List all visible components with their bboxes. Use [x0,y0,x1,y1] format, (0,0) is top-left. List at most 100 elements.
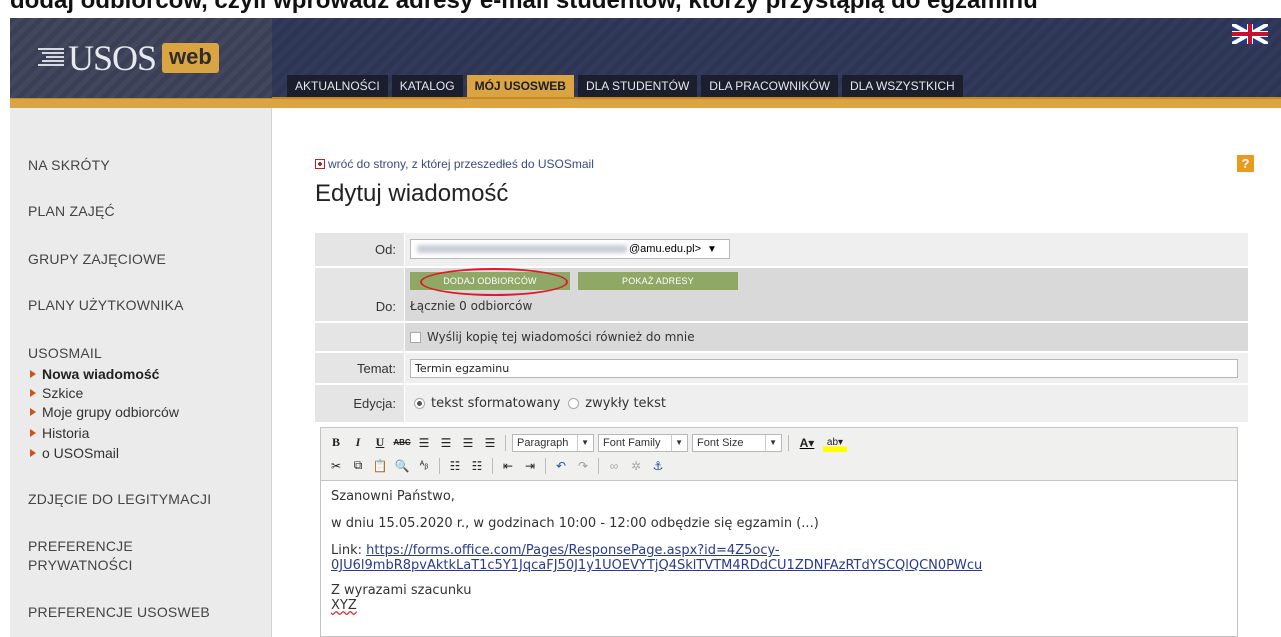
send-copy-checkbox[interactable] [410,331,421,343]
from-cell: @amu.edu.pl> ▼ [406,233,1248,266]
align-center-icon[interactable]: ☰ [437,434,455,452]
rich-text-editor: B I U ABC ☰ ☰ ☰ ☰ Paragraph ▼ Font Family… [320,427,1238,637]
radio-plain-text-label: zwykły tekst [585,396,666,411]
logo-lines-icon [38,45,64,71]
page-title: Edytuj wiadomość [315,180,509,207]
subject-label: Temat: [315,353,405,383]
sidebar-sub-nowa-wiadomosc[interactable]: Nowa wiadomość [30,366,159,382]
header-gold-bar [10,97,1281,108]
editor-toolbar: B I U ABC ☰ ☰ ☰ ☰ Paragraph ▼ Font Family… [321,428,1237,481]
font-size-select[interactable]: Font Size ▼ [692,433,782,452]
paste-icon[interactable]: 📋 [371,457,389,475]
editor-content[interactable]: Szanowni Państwo, w dniu 15.05.2020 r., … [321,481,1237,621]
form-link[interactable]: https://forms.office.com/Pages/ResponseP… [331,543,982,573]
bullet-icon [30,389,36,397]
tab-aktualnosci[interactable]: AKTUALNOŚCI [287,75,388,97]
link-icon[interactable]: ∞ [605,457,623,475]
editor-body: w dniu 15.05.2020 r., w godzinach 10:00 … [331,516,819,531]
editor-link-paragraph: Link: https://forms.office.com/Pages/Res… [331,543,1227,573]
logo-badge: web [162,43,219,73]
editor-link-label: Link: [331,543,363,558]
radio-plain-text[interactable] [568,398,580,409]
undo-icon[interactable]: ↶ [552,457,570,475]
editor-closing: Z wyrazami szacunku XYZ [331,583,472,613]
to-cell: DODAJ ODBIORCÓW POKAŻ ADRESY Łącznie 0 o… [406,268,1248,321]
sidebar-item-usosmail[interactable]: USOSMAIL [28,345,102,361]
outdent-icon[interactable]: ⇤ [499,457,517,475]
toolbar-row-1: B I U ABC ☰ ☰ ☰ ☰ Paragraph ▼ Font Family… [327,431,1231,454]
from-select[interactable]: @amu.edu.pl> ▼ [410,239,730,259]
sidebar-item-grupy-zajeciowe[interactable]: GRUPY ZAJĘCIOWE [28,251,166,267]
caption-strip: dodaj odbiorców, czyli wprowadź adresy e… [0,0,1281,16]
edit-label: Edycja: [315,385,405,422]
editor-signature: XYZ [331,598,357,613]
text-color-icon[interactable]: A▾ [795,434,819,452]
numbered-list-icon[interactable]: ☷ [468,457,486,475]
sidebar-item-na-skroty[interactable]: NA SKRÓTY [28,157,110,173]
row-edit-mode: Edycja: tekst sformatowany zwykły tekst [315,385,1248,422]
anchor-icon[interactable]: ⚓ [649,457,667,475]
paragraph-select[interactable]: Paragraph ▼ [512,433,594,452]
font-family-select[interactable]: Font Family ▼ [598,433,688,452]
strikethrough-icon[interactable]: ABC [393,434,411,452]
help-icon[interactable]: ? [1237,155,1254,172]
sidebar-item-preferencje-usosweb[interactable]: PREFERENCJE USOSWEB [28,604,210,620]
radio-rich-text[interactable] [414,398,425,409]
uk-flag-icon[interactable] [1232,24,1268,44]
from-label: Od: [315,233,405,266]
tab-moj-usosweb[interactable]: MÓJ USOSWEB [466,75,574,97]
main-nav-tabs: AKTUALNOŚCI KATALOG MÓJ USOSWEB DLA STUD… [287,75,963,97]
caption-text: dodaj odbiorców, czyli wprowadź adresy e… [10,0,1038,14]
editor-greeting: Szanowni Państwo, [331,489,455,504]
tab-dla-pracownikow[interactable]: DLA PRACOWNIKÓW [701,75,838,97]
dropdown-arrow-icon: ▼ [671,434,683,451]
sidebar-item-plan-zajec[interactable]: PLAN ZAJĘĆ [28,203,115,219]
from-value: @amu.edu.pl> [629,243,702,255]
row-to: Do: DODAJ ODBIORCÓW POKAŻ ADRESY Łącznie… [315,268,1248,322]
sidebar-item-zdjecie[interactable]: ZDJĘCIE DO LEGITYMACJI [28,491,211,507]
tab-dla-studentow[interactable]: DLA STUDENTÓW [577,75,698,97]
send-copy-label: Wyślij kopię tej wiadomości również do m… [427,330,695,344]
indent-icon[interactable]: ⇥ [521,457,539,475]
bold-icon[interactable]: B [327,434,345,452]
bullet-list-icon[interactable]: ☷ [446,457,464,475]
radio-rich-text-label: tekst sformatowany [431,396,561,411]
tab-dla-wszystkich[interactable]: DLA WSZYSTKICH [841,75,963,97]
sidebar-item-preferencje-line1[interactable]: PREFERENCJE [28,538,133,554]
recipients-count: Łącznie 0 odbiorców [410,299,533,313]
find-icon[interactable]: 🔍 [393,457,411,475]
sidebar-sub-o-usosmail[interactable]: o USOSmail [30,445,119,461]
align-right-icon[interactable]: ☰ [459,434,477,452]
sidebar-sub-historia[interactable]: Historia [30,425,89,441]
logo-text: USOS [68,38,157,78]
redo-icon[interactable]: ↷ [574,457,592,475]
send-copy-option[interactable]: Wyślij kopię tej wiadomości również do m… [406,323,1248,351]
replace-icon[interactable]: ᴬᵦ [415,457,433,475]
row-send-copy: Wyślij kopię tej wiadomości również do m… [315,323,1248,352]
bullet-icon [30,408,36,416]
bullet-icon [30,429,36,437]
sidebar-sub-moje-grupy[interactable]: Moje grupy odbiorców [30,404,179,420]
align-left-icon[interactable]: ☰ [415,434,433,452]
tab-katalog[interactable]: KATALOG [391,75,463,97]
subject-input[interactable]: Termin egzaminu [410,359,1238,378]
sidebar-item-plany-uzytkownika[interactable]: PLANY UŻYTKOWNIKA [28,297,184,313]
underline-icon[interactable]: U [371,434,389,452]
sidebar-item-preferencje-line2[interactable]: PRYWATNOŚCI [28,557,133,573]
blurred-sender-name [417,245,627,253]
cut-icon[interactable]: ✂ [327,457,345,475]
add-recipients-button[interactable]: DODAJ ODBIORCÓW [410,272,570,290]
show-addresses-button[interactable]: POKAŻ ADRESY [578,272,738,290]
bullet-icon [30,449,36,457]
copy-icon[interactable]: ⧉ [349,457,367,475]
unlink-icon[interactable]: ✲ [627,457,645,475]
italic-icon[interactable]: I [349,434,367,452]
sidebar-sub-szkice[interactable]: Szkice [30,385,83,401]
usosweb-logo[interactable]: USOS web [38,38,219,78]
back-link[interactable]: wróć do strony, z której przeszedłeś do … [315,157,594,171]
highlight-color-icon[interactable]: ab▾ [823,433,847,452]
align-justify-icon[interactable]: ☰ [481,434,499,452]
row-subject: Temat: Termin egzaminu [315,353,1248,384]
row-from: Od: @amu.edu.pl> ▼ [315,233,1248,267]
back-link-text: wróć do strony, z której przeszedłeś do … [328,157,594,171]
